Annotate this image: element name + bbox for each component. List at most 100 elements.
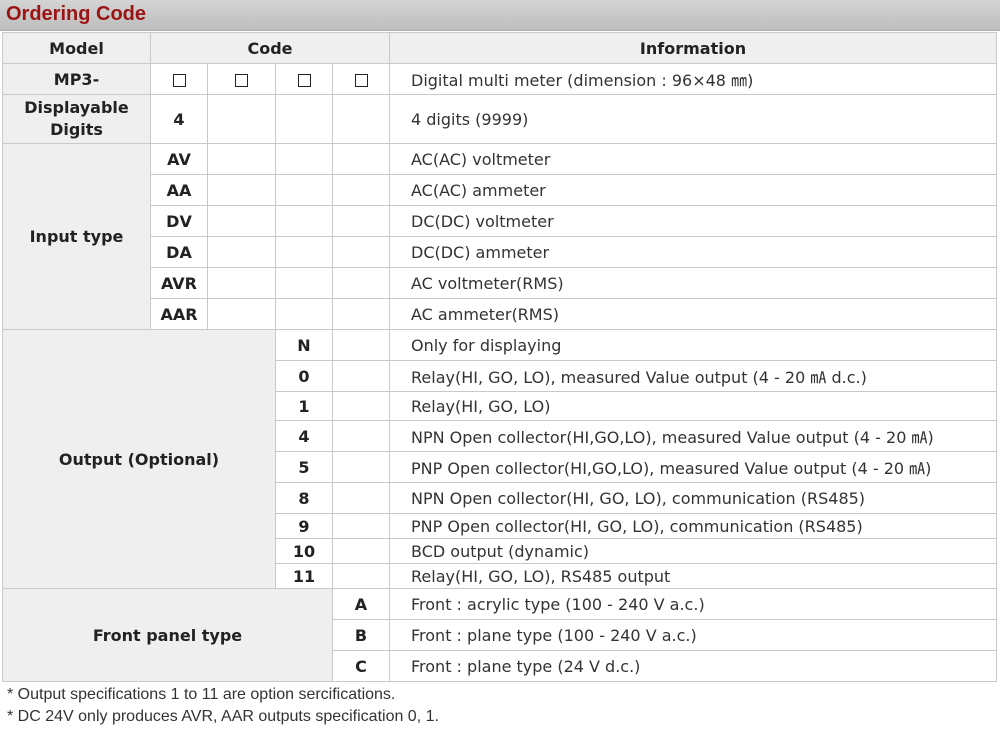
input-type-code: DA — [150, 236, 208, 268]
header-code: Code — [150, 32, 390, 64]
input-type-row: DA DC(DC) ammeter — [3, 236, 997, 268]
empty-cell — [275, 143, 333, 175]
code-slot-1 — [150, 63, 208, 95]
output-info: Relay(HI, GO, LO), measured Value output… — [389, 360, 997, 392]
checkbox-square-icon — [172, 73, 186, 87]
output-code: 5 — [275, 451, 333, 483]
front-panel-code: B — [332, 619, 390, 651]
output-code: 11 — [275, 563, 333, 589]
footnote: * DC 24V only produces AVR, AAR outputs … — [7, 708, 439, 725]
output-label: Output (Optional) — [2, 329, 276, 589]
model-row: MP3- Digital multi meter (dimension : 96… — [2, 63, 997, 95]
empty-cell — [332, 538, 390, 564]
model-info: Digital multi meter (dimension : 96×48 ㎜… — [389, 63, 997, 95]
output-info: Relay(HI, GO, LO), RS485 output — [389, 563, 997, 589]
empty-cell — [332, 267, 390, 299]
empty-cell — [207, 236, 276, 268]
output-code: 10 — [275, 538, 333, 564]
empty-cell — [275, 267, 333, 299]
empty-cell — [275, 174, 333, 206]
input-type-code: AA — [150, 174, 208, 206]
input-type-info: DC(DC) ammeter — [389, 236, 997, 268]
input-type-code: AVR — [150, 267, 208, 299]
output-info: PNP Open collector(HI,GO,LO), measured V… — [389, 451, 997, 483]
input-type-label: Input type — [2, 143, 151, 330]
empty-cell — [332, 298, 390, 330]
empty-cell — [332, 329, 390, 361]
empty-cell — [332, 174, 390, 206]
input-type-code: AAR — [150, 298, 208, 330]
front-panel-info: Front : plane type (100 - 240 V a.c.) — [389, 619, 997, 651]
header-model: Model — [2, 32, 151, 64]
code-slot-4 — [332, 63, 390, 95]
empty-cell — [332, 391, 390, 421]
input-type-info: AC voltmeter(RMS) — [389, 267, 997, 299]
front-panel-label: Front panel type — [2, 588, 333, 682]
header-information: Information — [389, 32, 997, 64]
front-panel-info: Front : plane type (24 V d.c.) — [389, 650, 997, 682]
input-type-row: DV DC(DC) voltmeter — [3, 205, 997, 237]
output-info: NPN Open collector(HI,GO,LO), measured V… — [389, 420, 997, 452]
output-info: Relay(HI, GO, LO) — [389, 391, 997, 421]
output-code: N — [275, 329, 333, 361]
empty-cell — [332, 143, 390, 175]
output-code: 1 — [275, 391, 333, 421]
front-panel-code: A — [332, 588, 390, 620]
input-type-info: AC ammeter(RMS) — [389, 298, 997, 330]
front-panel-row: Front panel type A Front : acrylic type (1… — [2, 588, 997, 682]
empty-cell — [332, 482, 390, 514]
empty-cell — [332, 360, 390, 392]
output-info: BCD output (dynamic) — [389, 538, 997, 564]
empty-cell — [207, 94, 276, 144]
digits-label: Displayable Digits — [2, 94, 151, 144]
input-type-info: DC(DC) voltmeter — [389, 205, 997, 237]
code-slot-3 — [275, 63, 333, 95]
input-type-row: AAR AC ammeter(RMS) — [3, 298, 997, 330]
input-type-info: AC(AC) voltmeter — [389, 143, 997, 175]
input-type-row: AVR AC voltmeter(RMS) — [3, 267, 997, 299]
output-info: Only for displaying — [389, 329, 997, 361]
empty-cell — [275, 298, 333, 330]
input-type-code: DV — [150, 205, 208, 237]
checkbox-square-icon — [297, 73, 311, 87]
empty-cell — [275, 205, 333, 237]
input-type-row: Input type AV AC(AC) voltmeter — [2, 143, 997, 330]
footnotes: * Output specifications 1 to 11 are opti… — [7, 684, 439, 728]
empty-cell — [207, 143, 276, 175]
footnote: * Output specifications 1 to 11 are opti… — [7, 686, 396, 703]
empty-cell — [332, 513, 390, 539]
title-bar: Ordering Code — [0, 0, 1000, 31]
page-title: Ordering Code — [6, 3, 147, 25]
empty-cell — [332, 451, 390, 483]
output-row: Output (Optional) N Only for displaying — [2, 329, 997, 589]
empty-cell — [332, 236, 390, 268]
input-type-row: AA AC(AC) ammeter — [3, 174, 997, 206]
front-panel-info: Front : acrylic type (100 - 240 V a.c.) — [389, 588, 997, 620]
empty-cell — [332, 563, 390, 589]
output-code: 8 — [275, 482, 333, 514]
header-row: Model Code Information — [2, 32, 997, 64]
input-type-code: AV — [150, 143, 208, 175]
empty-cell — [207, 298, 276, 330]
empty-cell — [332, 205, 390, 237]
empty-cell — [275, 94, 333, 144]
output-code: 4 — [275, 420, 333, 452]
output-info: NPN Open collector(HI, GO, LO), communic… — [389, 482, 997, 514]
digits-info: 4 digits (9999) — [389, 94, 997, 144]
input-type-info: AC(AC) ammeter — [389, 174, 997, 206]
empty-cell — [207, 205, 276, 237]
output-code: 0 — [275, 360, 333, 392]
empty-cell — [332, 94, 390, 144]
empty-cell — [207, 267, 276, 299]
ordering-code-table: Model Code Information MP3- Digital mult… — [2, 32, 997, 682]
empty-cell — [207, 174, 276, 206]
model-label: MP3- — [2, 63, 151, 95]
checkbox-square-icon — [235, 73, 248, 87]
output-info: PNP Open collector(HI, GO, LO), communic… — [389, 513, 997, 539]
code-slot-2 — [207, 63, 276, 95]
digits-row: Displayable Digits 4 4 digits (9999) — [2, 94, 997, 144]
checkbox-square-icon — [354, 73, 368, 87]
output-code: 9 — [275, 513, 333, 539]
empty-cell — [332, 420, 390, 452]
digits-code: 4 — [150, 94, 208, 144]
